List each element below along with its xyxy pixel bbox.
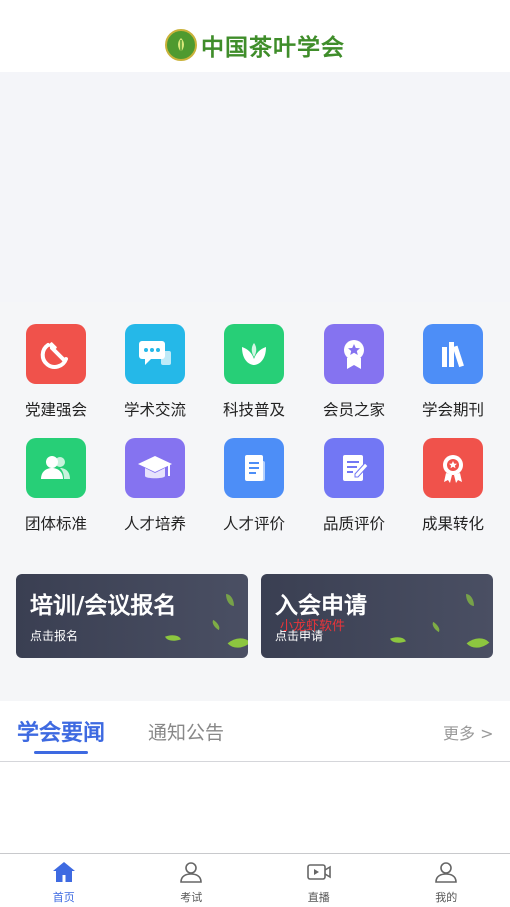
membership-application-card[interactable]: 入会申请 点击申请 小龙虾软件 (261, 574, 493, 658)
leaf-decoration (390, 633, 406, 647)
video-play-icon (306, 861, 331, 887)
grid-label: 人才评价 (222, 515, 285, 533)
edit-document-icon (324, 438, 384, 498)
tabbar-label: 首页 (52, 891, 75, 904)
leaf-decoration (165, 631, 181, 645)
tabbar-item-home[interactable]: 首页 (0, 854, 128, 907)
member-badge-icon (324, 324, 384, 384)
grid-label: 团体标准 (24, 515, 87, 533)
leaf-decoration (226, 594, 234, 606)
user-icon (179, 861, 203, 887)
tabbar-item-mine[interactable]: 我的 (383, 854, 510, 907)
leaf-decoration (430, 621, 442, 633)
divider (0, 761, 510, 762)
logo-text: 中国茶叶学会 (201, 34, 345, 61)
news-section: 学会要闻 通知公告 更多 > (0, 701, 510, 853)
tea-society-emblem-icon (165, 29, 197, 61)
grid-label: 成果转化 (421, 515, 484, 533)
watermark-text: 小龙虾软件 (280, 619, 346, 634)
grid-label: 会员之家 (322, 401, 385, 419)
tea-leaf-icon (224, 324, 284, 384)
graduation-cap-icon (125, 438, 185, 498)
bottom-tab-bar: 首页 考试 直播 我的 (0, 853, 510, 907)
app-header: 中国茶叶学会 (0, 0, 510, 72)
tabbar-item-exam[interactable]: 考试 (128, 854, 256, 907)
grid-item-member-home[interactable]: 会员之家 (304, 324, 404, 420)
leaf-decoration (466, 631, 490, 655)
grid-item-group-standards[interactable]: 团体标准 (6, 438, 106, 534)
more-link[interactable]: 更多 > (443, 720, 494, 744)
document-icon (224, 438, 284, 498)
grid-item-party-building[interactable]: 党建强会 (6, 324, 106, 420)
award-ribbon-icon (423, 438, 483, 498)
tabbar-item-live[interactable]: 直播 (255, 854, 383, 907)
grid-label: 品质评价 (322, 515, 385, 533)
grid-item-academic-exchange[interactable]: 学术交流 (105, 324, 205, 420)
home-icon (52, 861, 76, 887)
tab-society-news[interactable]: 学会要闻 (17, 715, 105, 747)
leaf-decoration (466, 594, 474, 606)
grid-label: 学术交流 (123, 401, 186, 419)
grid-label: 学会期刊 (421, 401, 484, 419)
grid-item-science-popularization[interactable]: 科技普及 (204, 324, 304, 420)
training-registration-card[interactable]: 培训/会议报名 点击报名 (16, 574, 248, 658)
books-icon (423, 324, 483, 384)
grid-item-society-journal[interactable]: 学会期刊 (403, 324, 503, 420)
grid-item-achievement-transfer[interactable]: 成果转化 (403, 438, 503, 534)
society-logo: 中国茶叶学会 (165, 28, 345, 62)
hammer-sickle-icon (26, 324, 86, 384)
grid-item-quality-evaluation[interactable]: 品质评价 (304, 438, 404, 534)
active-tab-indicator (34, 751, 88, 754)
grid-label: 科技普及 (222, 401, 285, 419)
training-card-title: 培训/会议报名 (30, 592, 177, 619)
leaf-decoration (210, 619, 222, 631)
leaf-decoration (227, 631, 248, 655)
tabbar-label: 我的 (435, 891, 458, 904)
chat-bubble-icon (125, 324, 185, 384)
group-users-icon (26, 438, 86, 498)
training-card-subtitle: 点击报名 (30, 629, 79, 643)
profile-icon (434, 861, 458, 887)
grid-item-talent-training[interactable]: 人才培养 (105, 438, 205, 534)
grid-label: 人才培养 (123, 515, 186, 533)
grid-item-talent-evaluation[interactable]: 人才评价 (204, 438, 304, 534)
tab-notices[interactable]: 通知公告 (148, 718, 224, 745)
banner-area[interactable] (0, 72, 510, 302)
tabbar-label: 直播 (307, 891, 330, 904)
tabbar-label: 考试 (180, 891, 203, 904)
grid-label: 党建强会 (24, 401, 87, 419)
